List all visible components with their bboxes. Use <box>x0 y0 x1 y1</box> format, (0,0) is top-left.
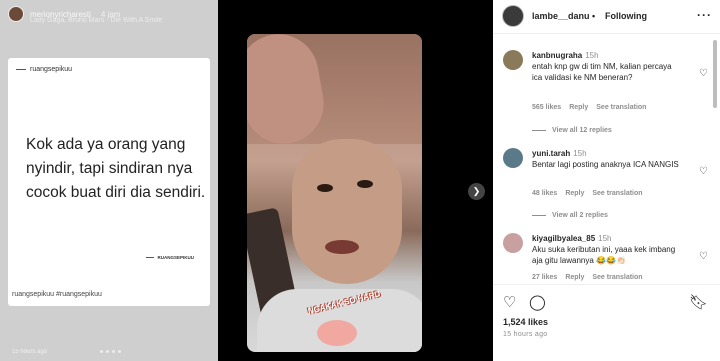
following-button[interactable]: Following <box>605 11 647 21</box>
story-panel: merionyricharesti 4 jam Lady Gaga, Bruno… <box>0 0 218 361</box>
comment-meta: 27 likes Reply See translation <box>532 274 643 281</box>
card-quote: Kok ada ya orang yang nyindir, tapi sind… <box>26 136 206 201</box>
post-username[interactable]: lambe__danu • <box>532 11 595 21</box>
view-replies[interactable]: View all 2 replies <box>532 212 608 219</box>
comment-text: Aku suka keributan ini, yaaa kek imbang … <box>532 245 676 265</box>
story-ago: 15 hours ago <box>12 349 48 355</box>
comment-time: 15h <box>585 51 599 60</box>
comment-icon[interactable]: ◯ <box>529 293 546 311</box>
comments-scrollbar[interactable] <box>713 40 717 108</box>
story-avatar[interactable] <box>8 6 24 22</box>
comment-likes[interactable]: 48 likes <box>532 190 557 197</box>
view-replies-line <box>532 130 546 131</box>
comment-avatar[interactable] <box>503 233 523 253</box>
reply-button[interactable]: Reply <box>565 274 584 281</box>
view-replies-label[interactable]: View all 12 replies <box>552 127 612 134</box>
see-translation-button[interactable]: See translation <box>592 274 642 281</box>
heart-icon[interactable]: ♡ <box>699 166 708 177</box>
comment-meta: 48 likes Reply See translation <box>532 190 643 197</box>
reply-button[interactable]: Reply <box>565 190 584 197</box>
story-quote-card: ruangsepikuu Kok ada ya orang yang nyind… <box>8 58 210 306</box>
comment-time: 15h <box>573 149 587 158</box>
post-panel: lambe__danu • Following ··· kanbnugraha 1… <box>493 0 720 361</box>
view-replies-label[interactable]: View all 2 replies <box>552 212 608 219</box>
comment-body: yuni.tarah 15h Bentar lagi posting anakny… <box>532 148 684 170</box>
comment-time: 15h <box>598 234 612 243</box>
video-eye-left <box>317 184 333 192</box>
comment-text: Bentar lagi posting anaknya ICA NANGIS <box>532 160 679 169</box>
video-face <box>292 139 402 284</box>
view-replies-line <box>532 215 546 216</box>
video-baby-sticker <box>317 320 357 346</box>
comment-username[interactable]: kanbnugraha <box>532 51 582 60</box>
story-caption: ruangsepikuu #ruangsepikuu <box>12 291 102 298</box>
signature-dash <box>146 257 155 259</box>
comment-body: kiyagilbyalea_85 15h Aku suka keributan i… <box>532 233 684 266</box>
reply-button[interactable]: Reply <box>569 104 588 111</box>
post-avatar[interactable] <box>502 5 524 27</box>
heart-icon[interactable]: ♡ <box>699 251 708 262</box>
video-player[interactable]: NGAKAK SO HARD <box>247 34 422 352</box>
video-mouth <box>325 240 359 254</box>
post-ago: 15 hours ago <box>503 331 548 338</box>
comment-text: entah knp gw di tim NM, kalian percaya i… <box>532 62 672 82</box>
card-signature: RUANGSEPIKUU <box>146 255 194 260</box>
heart-icon[interactable]: ♡ <box>699 68 708 79</box>
story-dots <box>100 350 121 353</box>
see-translation-button[interactable]: See translation <box>596 104 646 111</box>
card-brand-label: ruangsepikuu <box>30 66 73 73</box>
video-area: NGAKAK SO HARD <box>218 0 493 361</box>
comment-avatar[interactable] <box>503 148 523 168</box>
comment-meta: 565 likes Reply See translation <box>532 104 646 111</box>
post-username-label[interactable]: lambe__danu <box>532 11 590 21</box>
view-replies[interactable]: View all 12 replies <box>532 127 612 134</box>
bookmark-icon[interactable]: 🔖︎ <box>689 293 708 311</box>
card-signature-label: RUANGSEPIKUU <box>157 255 194 260</box>
header-separator: • <box>592 11 596 21</box>
see-translation-button[interactable]: See translation <box>592 190 642 197</box>
comment-likes[interactable]: 27 likes <box>532 274 557 281</box>
like-heart-icon[interactable]: ♡ <box>503 293 516 311</box>
comment-body: kanbnugraha 15h entah knp gw di tim NM, k… <box>532 50 684 83</box>
video-eye-right <box>357 180 373 188</box>
more-horizontal-icon[interactable]: ··· <box>697 8 712 22</box>
action-bar: ♡ ◯ 🔖︎ 1,524 likes 15 hours ago <box>493 284 720 361</box>
likes-count[interactable]: 1,524 likes <box>503 317 548 327</box>
post-header: lambe__danu • Following ··· <box>493 0 720 34</box>
comment-username[interactable]: kiyagilbyalea_85 <box>532 234 595 243</box>
comment-likes[interactable]: 565 likes <box>532 104 561 111</box>
instagram-screen: merionyricharesti 4 jam Lady Gaga, Bruno… <box>0 0 720 361</box>
comment-avatar[interactable] <box>503 50 523 70</box>
brand-dash <box>16 69 26 70</box>
chevron-right-icon[interactable]: ❯ <box>468 183 485 200</box>
comment-username[interactable]: yuni.tarah <box>532 149 570 158</box>
story-music: Lady Gaga, Bruno Mars · Die With A Smile <box>30 17 163 24</box>
card-brand: ruangsepikuu <box>16 66 72 73</box>
